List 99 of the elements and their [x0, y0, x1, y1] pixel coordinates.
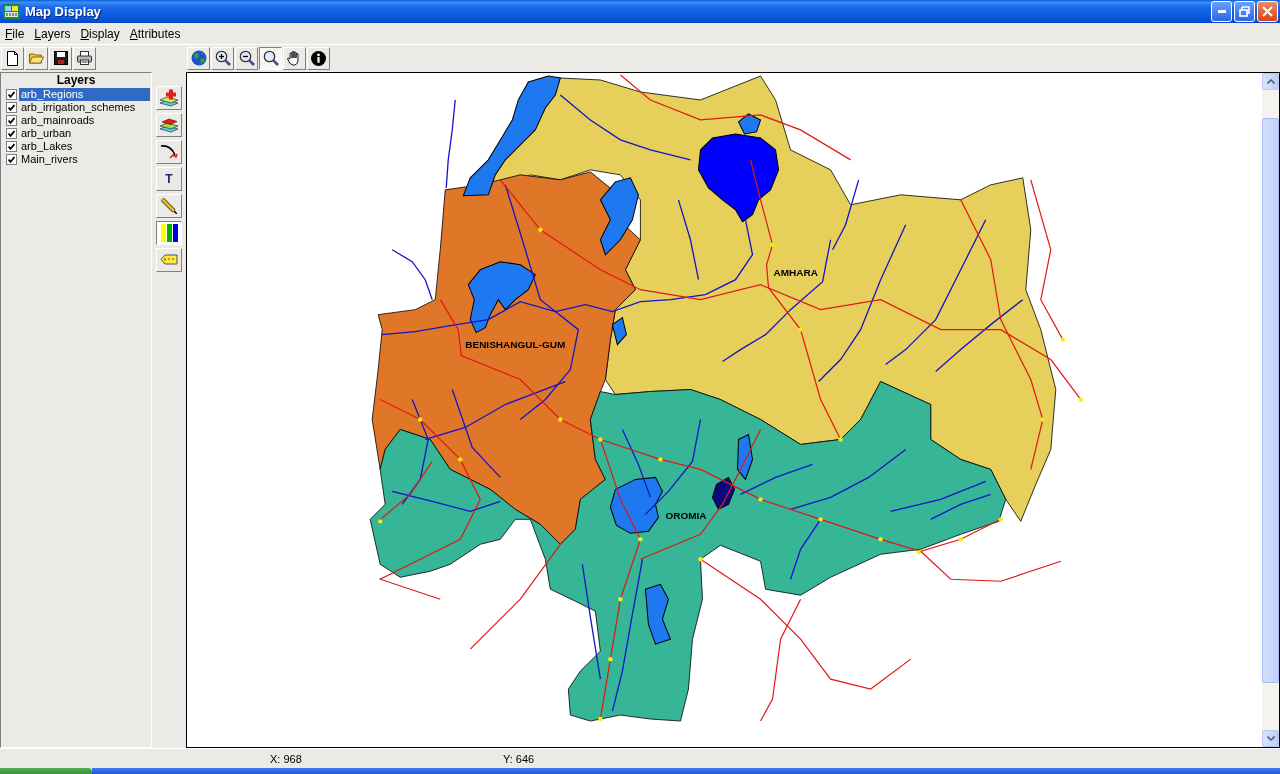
magnifier-icon: [262, 50, 279, 66]
window-title: Map Display: [25, 4, 101, 19]
print-button[interactable]: [73, 46, 96, 70]
town-marker-icon: [878, 537, 883, 542]
pan-button[interactable]: [283, 46, 306, 70]
lake-shape: [644, 583, 671, 645]
save-button[interactable]: [49, 46, 72, 70]
town-marker-icon: [798, 327, 803, 332]
map-app-icon: [3, 4, 20, 19]
new-button[interactable]: [1, 46, 24, 70]
town-marker-icon: [916, 550, 921, 555]
line-tool-button[interactable]: [156, 140, 182, 164]
region-label: AMHARA: [773, 266, 818, 278]
town-marker-icon: [658, 457, 663, 462]
town-marker-icon: [638, 537, 643, 542]
town-marker-icon: [598, 716, 603, 722]
region-label: BENISHANGUL-GUM: [465, 338, 566, 350]
town-marker-icon: [698, 557, 703, 562]
town-marker-icon: [538, 227, 543, 232]
pencil-icon: [161, 198, 177, 214]
layers-icon: [159, 117, 179, 133]
layer-checkbox[interactable]: [6, 154, 17, 165]
restore-button[interactable]: [1234, 1, 1255, 22]
layer-item[interactable]: arb_mainroads: [19, 114, 150, 127]
add-layer-button[interactable]: [156, 86, 182, 110]
printer-icon: [77, 51, 92, 65]
lake-shape: [712, 476, 735, 510]
scroll-down-button[interactable]: [1262, 730, 1279, 747]
zoom-button[interactable]: [259, 46, 282, 70]
close-icon: [1262, 6, 1273, 17]
menu-item[interactable]: File: [0, 26, 30, 41]
panel-title: Layers: [55, 73, 97, 88]
remove-layer-button[interactable]: [156, 113, 182, 137]
town-marker-icon: [598, 437, 603, 442]
town-marker-icon: [758, 497, 763, 502]
town-marker-icon: [838, 437, 843, 442]
town-marker-icon: [958, 537, 963, 542]
town-marker-icon: [618, 597, 623, 602]
full-extent-button[interactable]: [187, 46, 210, 70]
zoom-in-button[interactable]: [211, 46, 234, 70]
y-coordinate: Y: 646: [503, 752, 536, 765]
layer-item[interactable]: arb_Regions: [19, 88, 150, 101]
curve-icon: [160, 144, 178, 160]
minimize-icon: [1217, 10, 1226, 13]
town-marker-icon: [1040, 417, 1045, 422]
minimize-button[interactable]: [1211, 1, 1232, 22]
x-coordinate: X: 968: [270, 752, 303, 765]
scrollbar[interactable]: [1262, 73, 1279, 747]
town-marker-icon: [558, 417, 563, 422]
layers-plus-icon: [159, 89, 179, 107]
zoom-out-button[interactable]: [235, 46, 258, 70]
layer-checkbox[interactable]: [6, 128, 17, 139]
label-tool-button[interactable]: [156, 248, 182, 272]
pencil-tool-button[interactable]: [156, 194, 182, 218]
layer-checkbox[interactable]: [6, 115, 17, 126]
legend-button[interactable]: [156, 221, 182, 245]
open-button[interactable]: [25, 46, 48, 70]
document-icon: [7, 50, 18, 66]
lake-shape: [609, 476, 663, 534]
color-bars-icon: [160, 224, 178, 242]
info-button[interactable]: [307, 46, 330, 70]
region-label: OROMIA: [665, 510, 707, 522]
town-marker-icon: [608, 656, 613, 662]
folder-icon: [29, 52, 44, 64]
globe-icon: [190, 50, 207, 66]
town-marker-icon: [998, 517, 1003, 522]
layer-item[interactable]: arb_irrigation_schemes: [19, 101, 150, 114]
chevron-up-icon: [1266, 79, 1275, 84]
start-button[interactable]: [0, 768, 92, 774]
layer-checkbox[interactable]: [6, 89, 17, 100]
zoom-out-icon: [238, 50, 255, 66]
town-marker-icon: [378, 519, 383, 524]
town-marker-icon: [418, 417, 423, 422]
info-icon: [311, 50, 326, 66]
lake-shape: [737, 433, 754, 480]
close-button[interactable]: [1257, 1, 1278, 22]
lake-shape: [611, 317, 627, 346]
town-marker-icon: [458, 457, 463, 462]
text-tool-button[interactable]: T: [156, 167, 182, 191]
scroll-thumb[interactable]: [1262, 118, 1279, 683]
menu-item[interactable]: Layers: [29, 26, 76, 41]
chevron-down-icon: [1266, 736, 1275, 741]
layer-item[interactable]: arb_Lakes: [19, 140, 150, 153]
town-marker-icon: [818, 517, 823, 522]
tag-icon: [160, 254, 178, 266]
menu-item[interactable]: Display: [75, 26, 125, 41]
restore-icon: [1239, 6, 1250, 17]
layer-item[interactable]: Main_rivers: [19, 153, 150, 166]
layer-item[interactable]: arb_urban: [19, 127, 150, 140]
layer-checkbox[interactable]: [6, 102, 17, 113]
menu-item[interactable]: Attributes: [124, 26, 186, 41]
river-line: [789, 518, 822, 580]
scroll-up-button[interactable]: [1262, 73, 1279, 90]
town-marker-icon: [770, 242, 775, 247]
town-marker-icon: [1078, 397, 1084, 402]
zoom-in-icon: [214, 50, 231, 66]
hand-icon: [287, 50, 302, 66]
town-marker-icon: [1060, 337, 1065, 342]
layer-checkbox[interactable]: [6, 141, 17, 152]
